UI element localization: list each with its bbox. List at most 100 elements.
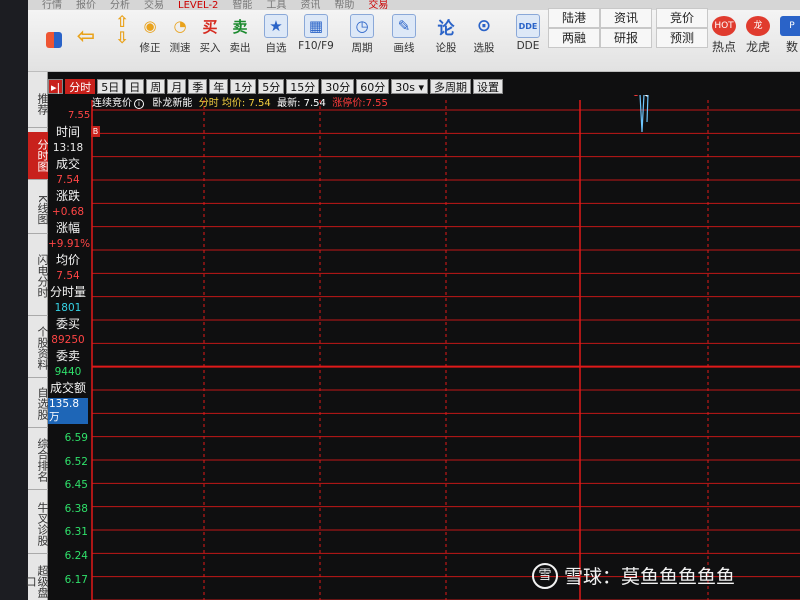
intraday-chart[interactable]	[48, 72, 800, 600]
dde-label: DDE	[516, 40, 540, 52]
dde-button[interactable]: DDE DDE	[512, 14, 544, 52]
y-axis-label: 6.38	[64, 502, 88, 515]
sidetab-tuijian[interactable]: 推荐	[28, 80, 49, 128]
avg-label: 均价	[55, 253, 80, 267]
huaxian-label: 画线	[393, 42, 415, 54]
chart-panel: ▸| 分时 5日 日 周 月 季 年 1分 5分 15分 30分 60分 30s…	[48, 72, 800, 600]
side-tabs: 推荐 分时图 K线图 闪电分时 个股资料 自选股 综合排名 牛叉诊股 超级盘口	[24, 72, 49, 600]
magnifier-chart-icon: ⊙	[476, 16, 492, 36]
tab-ri[interactable]: 日	[125, 79, 145, 94]
bezel	[0, 0, 28, 600]
liangrong-button[interactable]: 两融	[548, 28, 600, 48]
redian-button[interactable]: HOT 热点	[712, 16, 736, 55]
grid-icon: ▦	[304, 14, 328, 38]
sidetab-gegu[interactable]: 个股资料	[28, 318, 49, 378]
pencil-icon: ✎	[392, 14, 416, 38]
sidetab-zixuan[interactable]: 自选股	[28, 380, 49, 428]
tab-30fen[interactable]: 30分	[321, 79, 355, 94]
tab-shezhi[interactable]: 设置	[473, 79, 503, 94]
zhouqi-label: 周期	[351, 42, 373, 54]
tab-5fen[interactable]: 5分	[258, 79, 285, 94]
zhouqi-button[interactable]: ◷ 周期	[346, 14, 378, 55]
bid-label: 委买	[55, 317, 80, 331]
app-window: 行情 报价 分析 交易 LEVEL-2 智能 工具 资讯 帮助 交易 ⇦ ⇧ ⇩…	[0, 0, 800, 600]
tab-zhou[interactable]: 周	[146, 79, 166, 94]
deal-label: 成交	[55, 157, 80, 171]
repair-icon: ◉	[143, 17, 157, 35]
buy-marker[interactable]: B	[91, 126, 100, 137]
longhu-button[interactable]: 龙 龙虎	[746, 16, 770, 55]
tab-30s-label: 30s	[395, 81, 415, 94]
down-arrow-icon: ⇧	[115, 11, 129, 31]
yuce-button[interactable]: 预测	[656, 28, 708, 48]
sidetab-fenshi[interactable]: 分时图	[28, 132, 49, 180]
dragon-icon: 龙	[746, 16, 770, 36]
latest-price-label: 最新: 7.54	[277, 98, 326, 109]
tab-5ri[interactable]: 5日	[97, 79, 124, 94]
extra-label: 数	[785, 40, 798, 54]
jingjia-button[interactable]: 竞价	[656, 8, 708, 28]
f10-button[interactable]: ▦ F10/F9	[298, 14, 334, 52]
info-line: 连续竞价 i 卧龙新能 分时 均价: 7.54 最新: 7.54 涨停价:7.55	[92, 97, 388, 111]
f10-label: F10/F9	[298, 40, 334, 52]
xuangu-label: 选股	[473, 42, 495, 54]
hot-icon: HOT	[712, 16, 736, 36]
avg-price-label: 分时 均价: 7.54	[198, 98, 271, 109]
time-label: 时间	[55, 125, 80, 139]
limit-price-label: 涨停价:7.55	[332, 98, 388, 109]
longhu-label: 龙虎	[746, 40, 771, 54]
price-spike	[639, 93, 649, 133]
back-button[interactable]: ⇦	[70, 14, 102, 50]
redian-label: 热点	[712, 40, 737, 54]
zixuan-label: 自选	[265, 42, 287, 54]
tab-15fen[interactable]: 15分	[286, 79, 320, 94]
discuss-icon: 论	[437, 18, 455, 39]
zixun-button[interactable]: 资讯	[600, 8, 652, 28]
extra-button[interactable]: P 数	[780, 16, 800, 55]
info-icon[interactable]: i	[134, 99, 144, 109]
xueqiu-logo-icon: 雪	[532, 562, 558, 589]
dde-icon: DDE	[516, 14, 540, 38]
zixuan-button[interactable]: ★ 自选	[260, 14, 292, 55]
tab-duozhouqi[interactable]: 多周期	[430, 79, 471, 94]
y-axis-label: 6.24	[64, 550, 88, 562]
vol-label: 分时量	[49, 285, 86, 299]
toolbar: ⇦ ⇧ ⇩ ◉ 修正 ◔ 测速 买 买入 卖 卖出 ★ 自选 ▦ F10/F9	[28, 8, 800, 72]
ask-value: 9440	[54, 366, 82, 378]
buy-icon: 买	[202, 17, 218, 36]
sidetab-zonghe[interactable]: 综合排名	[28, 430, 49, 490]
tab-1fen[interactable]: 1分	[230, 79, 257, 94]
xuangu-button[interactable]: ⊙ 选股	[468, 14, 500, 55]
tab-fenshi[interactable]: 分时	[65, 79, 96, 94]
pct-value: +9.91%	[48, 238, 91, 250]
lugang-button[interactable]: 陆港	[548, 8, 600, 28]
y-axis-label: 6.17	[64, 573, 88, 586]
sell-button[interactable]: 卖 卖出	[224, 14, 256, 55]
color-block-button[interactable]	[38, 14, 70, 50]
sidetab-kxian[interactable]: K线图	[28, 186, 49, 234]
y-axis-label: 6.59	[64, 432, 88, 444]
deal-value: 7.54	[56, 174, 80, 186]
collapse-icon[interactable]: ▸|	[48, 79, 64, 94]
sidetab-shandian[interactable]: 闪电分时	[28, 236, 49, 316]
huaxian-button[interactable]: ✎ 画线	[388, 14, 420, 55]
pct-label: 涨幅	[55, 221, 80, 235]
y-axis-label: 6.52	[64, 455, 88, 468]
tab-yue[interactable]: 月	[167, 79, 187, 94]
star-icon: ★	[264, 14, 288, 38]
tab-ji[interactable]: 季	[188, 79, 208, 94]
amount-value: 135.8万	[48, 398, 88, 424]
lungu-button[interactable]: 论 论股	[430, 14, 462, 55]
tab-30s[interactable]: 30s ▾	[391, 79, 428, 94]
yanbao-button[interactable]: 研报	[600, 28, 652, 48]
sidetab-pankou[interactable]: 超级盘口	[24, 558, 49, 600]
ask-label: 委卖	[55, 349, 80, 363]
sidetab-zhengu[interactable]: 牛叉诊股	[28, 494, 49, 554]
y-axis-label: 6.31	[64, 526, 88, 539]
avg-value: 7.54	[56, 270, 80, 282]
sell-icon: 卖	[232, 17, 248, 36]
tab-nian[interactable]: 年	[209, 79, 229, 94]
y-axis-label: 6.45	[64, 479, 88, 492]
tab-60fen[interactable]: 60分	[356, 79, 390, 94]
amount-label: 成交额	[49, 381, 86, 395]
